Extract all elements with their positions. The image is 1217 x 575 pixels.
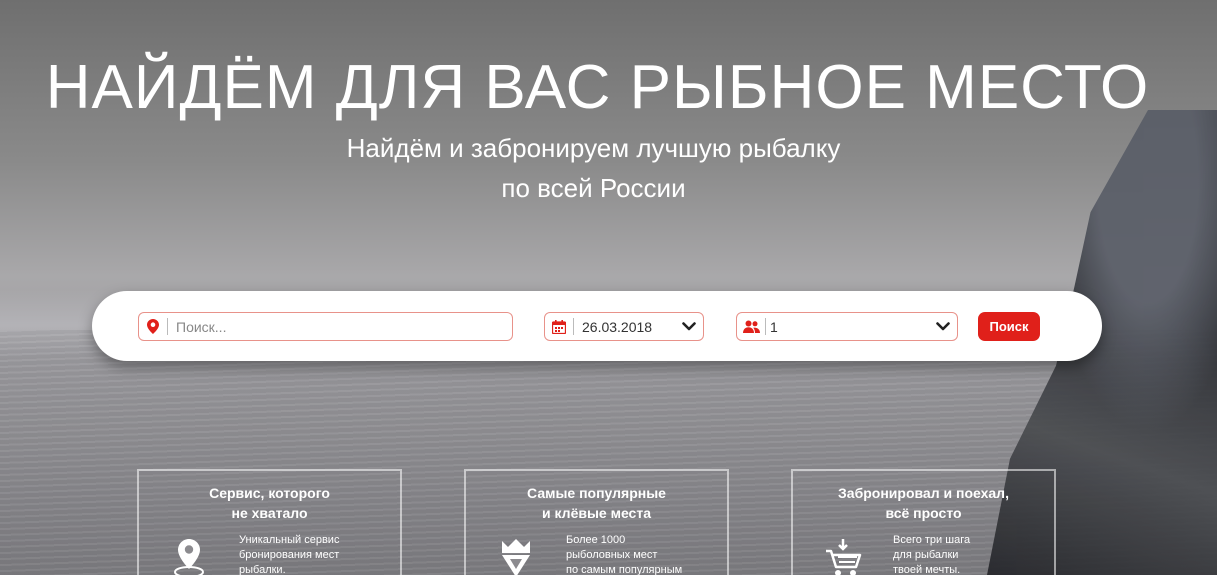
- badge-icon: [466, 535, 566, 575]
- feature-text: Всего три шага для рыбалки твоей мечты.: [893, 534, 971, 575]
- feature-card: Сервис, которого не хватало Уникальный с…: [137, 469, 402, 575]
- hero-subtitle: Найдём и забронируем лучшую рыбалку по в…: [0, 128, 1187, 208]
- people-icon: [737, 320, 765, 333]
- field-separator: [573, 318, 574, 335]
- feature-title: Самые популярные и клёвые места: [527, 485, 666, 521]
- chevron-down-icon[interactable]: [675, 322, 703, 331]
- feature-text: Уникальный сервис бронирования мест рыба…: [239, 534, 340, 575]
- feature-title: Сервис, которого не хватало: [209, 485, 330, 521]
- date-field[interactable]: 26.03.2018: [544, 312, 704, 341]
- map-pin-icon: [139, 319, 167, 334]
- field-separator: [765, 318, 766, 335]
- cart-icon: [793, 535, 893, 575]
- date-value: 26.03.2018: [582, 318, 653, 335]
- feature-title: Забронировал и поехал, всё просто: [838, 485, 1009, 521]
- hero-subtitle-line2: по всей России: [501, 173, 686, 203]
- hero-subtitle-line1: Найдём и забронируем лучшую рыбалку: [346, 133, 841, 163]
- calendar-icon: [545, 319, 573, 334]
- location-search-input[interactable]: [176, 318, 476, 335]
- field-separator: [167, 318, 168, 335]
- chevron-down-icon[interactable]: [929, 322, 957, 331]
- guests-value: 1: [770, 318, 778, 335]
- feature-card: Самые популярные и клёвые места Более 10…: [464, 469, 729, 575]
- feature-card: Забронировал и поехал, всё просто Всего …: [791, 469, 1056, 575]
- hero-title: НАЙДЁМ ДЛЯ ВАС РЫБНОЕ МЕСТО: [45, 53, 1150, 122]
- location-pin-icon: [139, 535, 239, 575]
- location-field[interactable]: [138, 312, 513, 341]
- search-bar: 26.03.2018 1 Поиск: [92, 291, 1102, 361]
- guests-field[interactable]: 1: [736, 312, 958, 341]
- search-button[interactable]: Поиск: [978, 312, 1040, 341]
- feature-text: Более 1000 рыболовных мест по самым попу…: [566, 534, 683, 575]
